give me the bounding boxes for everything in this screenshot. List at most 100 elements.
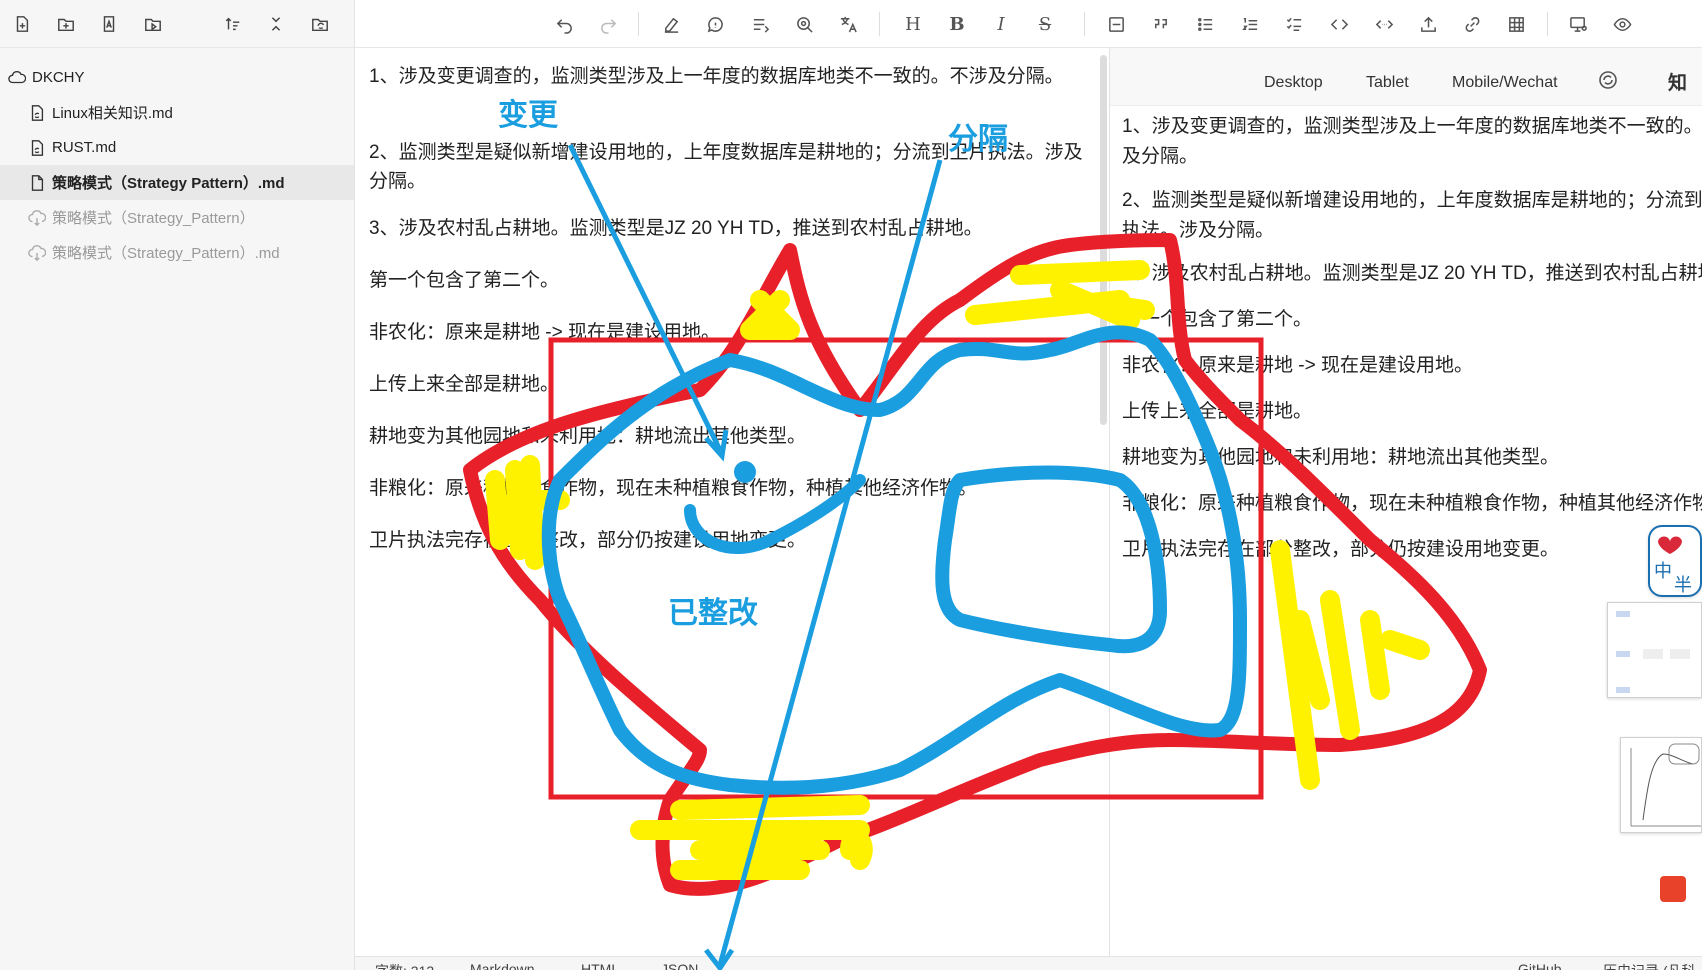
sync-file-icon bbox=[28, 104, 46, 122]
editor-scrollbar[interactable] bbox=[1100, 55, 1107, 425]
tree-root-folder[interactable]: DKCHY bbox=[0, 60, 354, 95]
preview-paragraph: 1、涉及变更调查的，监测类型涉及上一年度的数据库地类不一致的。不涉及分隔。 bbox=[1122, 116, 1702, 167]
history-button[interactable]: 历史记录 (凡科 bbox=[1603, 961, 1696, 970]
editor-paragraph[interactable]: 非农化：原来是耕地 -> 现在是建设用地。 bbox=[369, 318, 1089, 347]
preview-paragraph: 上传上来全部是耕地。 bbox=[1122, 401, 1313, 422]
thumbnail-chart-icon bbox=[1630, 743, 1701, 827]
zhihu-button[interactable]: 知 bbox=[1668, 68, 1687, 95]
toolbar-divider bbox=[879, 12, 880, 36]
assistant-avatar-icon: 中 半 bbox=[1654, 536, 1692, 596]
tree-file-item-active[interactable]: 策略模式（Strategy Pattern）.md bbox=[0, 165, 354, 200]
collapse-icon[interactable] bbox=[261, 8, 293, 40]
editor-paragraph[interactable]: 1、涉及变更调查的，监测类型涉及上一年度的数据库地类不一致的。不涉及分隔。 bbox=[369, 62, 1089, 91]
code-inline-icon[interactable] bbox=[1323, 8, 1355, 40]
export-json-button[interactable]: JSON bbox=[661, 961, 698, 970]
annotation-label-rectified: 已整改 bbox=[668, 596, 758, 631]
annotation-label-change: 变更 bbox=[498, 98, 558, 133]
link-icon[interactable] bbox=[1456, 8, 1488, 40]
editor-paragraph[interactable]: 卫片执法完存在部分整改，部分仍按建设用地变更。 bbox=[369, 526, 1089, 555]
editor-paragraph[interactable]: 3、涉及农村乱占耕地。监测类型是JZ 20 YH TD，推送到农村乱占耕地。 bbox=[369, 214, 1089, 243]
sort-icon[interactable] bbox=[217, 8, 249, 40]
svg-text:中: 中 bbox=[1654, 561, 1672, 582]
preview-paragraph: 2、监测类型是疑似新增建设用地的，上年度数据库是耕地的；分流到卫片执法。涉及分隔… bbox=[1122, 190, 1702, 241]
github-link[interactable]: GitHub bbox=[1518, 961, 1562, 970]
preview-paragraph: 非粮化：原来种植粮食作物，现在未种植粮食作物，种植其他经济作物。 bbox=[1122, 493, 1702, 514]
chart-thumbnail[interactable] bbox=[1620, 737, 1702, 833]
sync-file-icon bbox=[28, 139, 46, 157]
status-bar: 字数: 313 Markdown HTML JSON GitHub 历史记录 (… bbox=[355, 956, 1702, 970]
app-badge-icon[interactable] bbox=[1660, 876, 1686, 902]
preview-paragraph: 第一个包含了第二个。 bbox=[1122, 309, 1313, 330]
open-folder-icon[interactable] bbox=[137, 8, 169, 40]
table-icon[interactable] bbox=[1500, 8, 1532, 40]
heading-button[interactable]: H bbox=[897, 8, 929, 40]
tree-file-label: 策略模式（Strategy_Pattern） bbox=[52, 210, 255, 227]
preview-tab-bar: Desktop Tablet Mobile/Wechat 知 bbox=[1110, 48, 1702, 106]
comment-icon[interactable] bbox=[699, 8, 731, 40]
clear-format-icon[interactable] bbox=[655, 8, 687, 40]
tree-file-label: 策略模式（Strategy_Pattern）.md bbox=[52, 245, 280, 262]
tree-file-item[interactable]: RUST.md bbox=[0, 130, 354, 165]
tree-file-label: 策略模式（Strategy Pattern）.md bbox=[52, 175, 285, 192]
tree-file-item[interactable]: Linux相关知识.md bbox=[0, 95, 354, 130]
redo-icon[interactable] bbox=[592, 8, 624, 40]
editor-paragraph[interactable]: 非粮化：原来种植粮食作物，现在未种植粮食作物，种植其他经济作物。 bbox=[369, 474, 1089, 503]
bullet-list-icon[interactable] bbox=[1189, 8, 1221, 40]
new-folder-icon[interactable] bbox=[50, 8, 82, 40]
preview-paragraph: 3、涉及农村乱占耕地。监测类型是JZ 20 YH TD，推送到农村乱占耕地。 bbox=[1122, 263, 1702, 284]
sidebar-toolbar bbox=[0, 0, 354, 48]
window-thumbnail[interactable] bbox=[1607, 602, 1702, 698]
divider-line-icon[interactable] bbox=[1100, 8, 1132, 40]
word-count: 字数: 313 bbox=[375, 961, 434, 970]
strikethrough-button[interactable]: S bbox=[1029, 8, 1061, 40]
translate-icon[interactable] bbox=[832, 8, 864, 40]
toolbar-divider bbox=[1084, 12, 1085, 36]
thumbnail-preview-icon bbox=[1616, 611, 1690, 693]
preview-paragraph: 耕地变为其他园地和未利用地：耕地流出其他类型。 bbox=[1122, 447, 1560, 468]
tree-cloud-item[interactable]: 策略模式（Strategy_Pattern）.md bbox=[0, 235, 354, 270]
code-block-icon[interactable] bbox=[1368, 8, 1400, 40]
export-html-button[interactable]: HTML bbox=[581, 961, 619, 970]
upload-icon[interactable] bbox=[1412, 8, 1444, 40]
undo-icon[interactable] bbox=[548, 8, 580, 40]
monitor-settings-icon[interactable] bbox=[1562, 8, 1594, 40]
export-markdown-button[interactable]: Markdown bbox=[470, 961, 535, 970]
rename-icon[interactable] bbox=[93, 8, 125, 40]
tree-cloud-item[interactable]: 策略模式（Strategy_Pattern） bbox=[0, 200, 354, 235]
editor-paragraph[interactable]: 耕地变为其他园地和未利用地：耕地流出其他类型。 bbox=[369, 422, 1089, 451]
sync-folder-icon[interactable] bbox=[304, 8, 336, 40]
preview-paragraph: 卫片执法完存在部分整改，部分仍按建设用地变更。 bbox=[1122, 539, 1560, 560]
ordered-list-icon[interactable] bbox=[1234, 8, 1266, 40]
refresh-theme-icon[interactable] bbox=[1596, 68, 1620, 92]
editor-paragraph[interactable]: 上传上来全部是耕地。 bbox=[369, 370, 1089, 399]
toolbar-divider bbox=[1547, 12, 1548, 36]
file-icon bbox=[28, 174, 46, 192]
file-tree-sidebar: DKCHY Linux相关知识.md RUST.md 策略模式（Strategy… bbox=[0, 0, 355, 970]
floating-assistant-widget[interactable]: 中 半 bbox=[1648, 525, 1702, 597]
editor-toolbar: H B I S bbox=[355, 0, 1702, 48]
cloud-folder-icon bbox=[8, 69, 26, 87]
bold-button[interactable]: B bbox=[941, 8, 973, 40]
preview-paragraph: 非农化：原来是耕地 -> 现在是建设用地。 bbox=[1122, 355, 1473, 376]
preview-pane: Desktop Tablet Mobile/Wechat 知 1、涉及变更调查的… bbox=[1109, 48, 1702, 956]
tab-mobile-wechat[interactable]: Mobile/Wechat bbox=[1452, 74, 1558, 92]
format-list-icon[interactable] bbox=[744, 8, 776, 40]
editor-paragraph[interactable]: 第一个包含了第二个。 bbox=[369, 266, 1089, 295]
cloud-download-icon bbox=[28, 209, 46, 227]
svg-text:半: 半 bbox=[1674, 575, 1692, 596]
tree-file-label: RUST.md bbox=[52, 139, 117, 156]
preview-eye-icon[interactable] bbox=[1606, 8, 1638, 40]
new-file-icon[interactable] bbox=[6, 8, 38, 40]
tree-file-label: Linux相关知识.md bbox=[52, 105, 173, 122]
italic-button[interactable]: I bbox=[985, 8, 1017, 40]
file-tree: DKCHY Linux相关知识.md RUST.md 策略模式（Strategy… bbox=[0, 48, 354, 270]
checklist-icon[interactable] bbox=[1278, 8, 1310, 40]
toolbar-divider bbox=[638, 12, 639, 36]
quote-icon[interactable] bbox=[1144, 8, 1176, 40]
annotation-label-separate: 分隔 bbox=[948, 122, 1008, 157]
tree-root-label: DKCHY bbox=[32, 69, 85, 86]
tab-desktop[interactable]: Desktop bbox=[1264, 74, 1323, 92]
markdown-editor[interactable]: 1、涉及变更调查的，监测类型涉及上一年度的数据库地类不一致的。不涉及分隔。 2、… bbox=[355, 48, 1109, 956]
tab-tablet[interactable]: Tablet bbox=[1366, 74, 1409, 92]
cloud-download-icon bbox=[28, 244, 46, 262]
